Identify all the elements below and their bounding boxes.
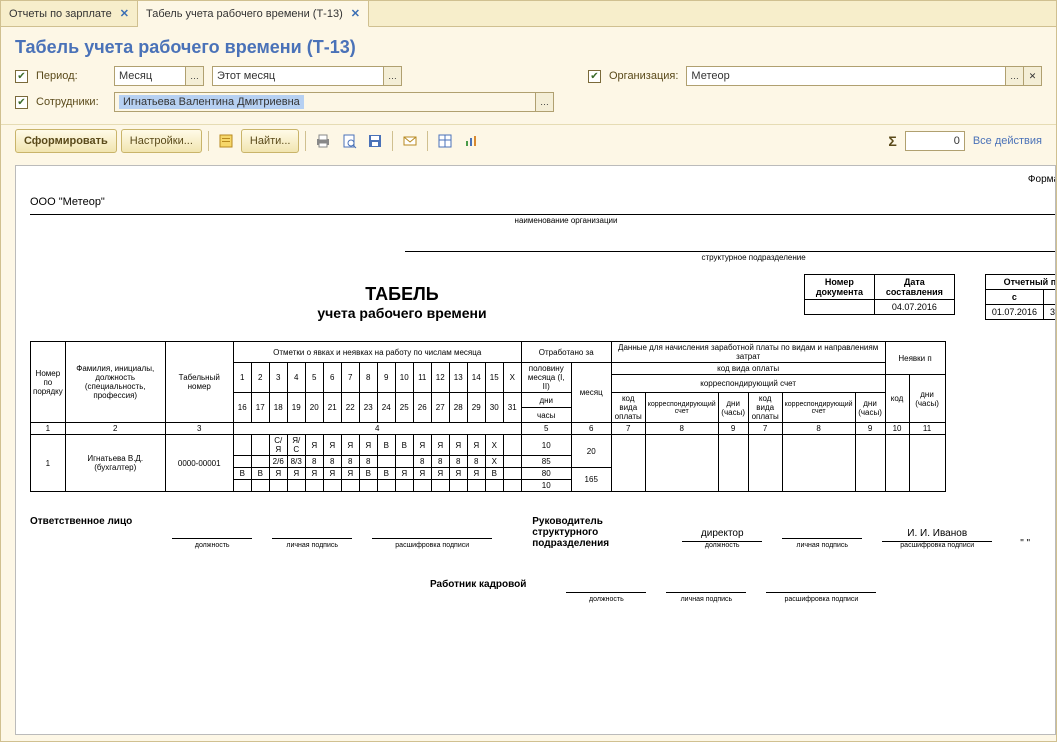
org-name: ООО "Метеор" [30,196,1056,208]
clear-icon[interactable]: ✕ [1023,67,1041,85]
report-period-table: Отчетный период спо 01.07.201631.07.2016 [985,274,1056,320]
close-icon[interactable]: ✕ [351,7,360,20]
org-value: Метеор [691,70,729,82]
close-icon[interactable]: ✕ [120,7,129,20]
settings-button[interactable]: Настройки... [121,129,202,153]
form-codes: Форма по ОКУД по ОКПО [1028,174,1056,196]
dept-caption: структурное подразделение [405,253,1056,262]
all-actions-link[interactable]: Все действия [973,135,1042,147]
separator [208,131,209,151]
tabs-bar: Отчеты по зарплате ✕ Табель учета рабоче… [1,1,1056,27]
chooser-icon[interactable]: … [383,67,401,85]
separator [392,131,393,151]
signature-row: Ответственное лицо должность личная подп… [30,516,1056,549]
signature-row-2: Работник кадровой должность личная подпи… [30,579,1056,603]
print-icon[interactable] [312,130,334,152]
sum-icon: Σ [888,133,896,149]
tab-timesheet[interactable]: Табель учета рабочего времени (Т-13) ✕ [138,1,369,27]
preview-icon[interactable] [338,130,360,152]
chooser-icon[interactable]: … [185,67,203,85]
period-checkbox[interactable]: ✔ [15,70,28,83]
employees-checkbox[interactable]: ✔ [15,96,28,109]
mail-icon[interactable] [399,130,421,152]
toolbar: Сформировать Настройки... Найти... Σ [1,124,1056,159]
employees-field[interactable]: Игнатьева Валентина Дмитриевна … [114,92,554,112]
org-caption: наименование организации [30,216,1056,225]
table-row: 1 Игнатьева В.Д. (бухгалтер) 0000-00001 … [31,435,946,456]
period-kind-value: Месяц [119,70,152,82]
filter-panel: ✔ Период: Месяц … Этот месяц … ✔ Организ… [1,66,1056,124]
separator [305,131,306,151]
table-icon[interactable] [434,130,456,152]
sum-value: 0 [905,131,965,151]
org-field[interactable]: Метеор … ✕ [686,66,1042,86]
doc-title: ТАБЕЛЬ учета рабочего времени [30,284,774,321]
report-area[interactable]: Форма по ОКУД по ОКПО ООО "Метеор" наиме… [15,165,1056,735]
chooser-icon[interactable]: … [535,93,553,111]
chart-icon[interactable] [460,130,482,152]
separator [427,131,428,151]
save-icon[interactable] [364,130,386,152]
tab-reports[interactable]: Отчеты по зарплате ✕ [1,1,138,26]
report-variants-icon[interactable] [215,130,237,152]
timesheet-table: Номер по порядку Фамилия, инициалы, долж… [30,341,946,492]
org-checkbox[interactable]: ✔ [588,70,601,83]
report-document: Форма по ОКУД по ОКПО ООО "Метеор" наиме… [16,166,1056,617]
page-title: Табель учета рабочего времени (Т-13) [1,27,1056,66]
tab-label: Отчеты по зарплате [9,8,112,20]
app-window: Отчеты по зарплате ✕ Табель учета рабоче… [0,0,1057,742]
doc-number-table: Номер документаДата составления 04.07.20… [804,274,955,315]
period-value-field[interactable]: Этот месяц … [212,66,402,86]
employees-label: Сотрудники: [36,96,106,108]
org-label: Организация: [609,70,678,82]
find-button[interactable]: Найти... [241,129,300,153]
period-value: Этот месяц [217,70,275,82]
employees-value: Игнатьева Валентина Дмитриевна [119,95,304,109]
chooser-icon[interactable]: … [1005,67,1023,85]
period-label: Период: [36,70,106,82]
period-kind-field[interactable]: Месяц … [114,66,204,86]
generate-button[interactable]: Сформировать [15,129,117,153]
tab-label: Табель учета рабочего времени (Т-13) [146,8,343,20]
column-numbers: 1 2 3 4 5 6 7 8 9 7 8 9 10 11 [31,423,946,435]
